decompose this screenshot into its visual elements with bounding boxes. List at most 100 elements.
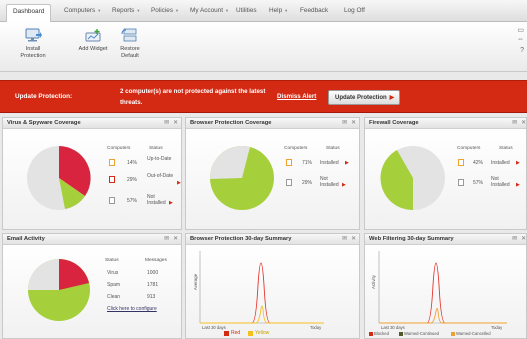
row-value: 29% bbox=[302, 180, 313, 186]
row-value: 29% bbox=[127, 177, 138, 183]
legend-warned-continued-label: Warned-Continued bbox=[404, 331, 439, 336]
legend-warned-cancelled-label: Warned-Cancelled bbox=[456, 331, 491, 336]
add-widget-button[interactable]: Add Widget bbox=[75, 28, 111, 53]
nav-utilities-label: Utilities bbox=[236, 7, 257, 14]
close-icon[interactable]: ✕ bbox=[351, 120, 356, 126]
row-status[interactable]: Out-of-Date bbox=[147, 173, 177, 179]
web-filtering-summary-panel: Web Filtering 30-day Summary ✉ ✕ Activit… bbox=[364, 233, 527, 339]
panel-body: Computers Status 71% Installed ▶ 29% Not… bbox=[186, 129, 359, 229]
virus-pie-chart bbox=[27, 146, 91, 210]
nav-computers[interactable]: Computers ▼ bbox=[64, 7, 101, 14]
nav-computers-label: Computers bbox=[64, 7, 96, 14]
virus-spyware-panel: Virus & Spyware Coverage ✉ ✕ Computers S… bbox=[2, 117, 182, 230]
panel-body: Computers Status 42% Installed ▶ 57% Not… bbox=[365, 129, 526, 229]
add-widget-label: Add Widget bbox=[78, 46, 108, 52]
x-end-label: Today bbox=[491, 325, 503, 330]
nav-utilities[interactable]: Utilities bbox=[236, 7, 257, 14]
row-status[interactable]: Up-to-Date bbox=[147, 156, 181, 162]
legend-swatch-not-installed bbox=[286, 179, 292, 186]
add-widget-icon bbox=[85, 29, 101, 42]
close-icon[interactable]: ✕ bbox=[521, 236, 526, 242]
nav-my-account[interactable]: My Account ▼ bbox=[190, 7, 229, 14]
flag-arrow-icon: ▶ bbox=[177, 180, 181, 186]
legend-blocked-swatch bbox=[369, 332, 373, 336]
panel-title: Firewall Coverage bbox=[369, 120, 419, 126]
nav-help[interactable]: Help ▼ bbox=[269, 7, 288, 14]
close-icon[interactable]: ✕ bbox=[351, 236, 356, 242]
monitor-install-icon bbox=[25, 28, 42, 42]
alert-label: Update Protection: bbox=[15, 93, 73, 100]
row-status[interactable]: Not Installed bbox=[320, 176, 342, 188]
browser-pie-chart bbox=[209, 145, 274, 210]
pie-slice-clean bbox=[28, 259, 59, 290]
refresh-icon[interactable]: ⇔ bbox=[517, 36, 524, 43]
legend-red-label: Red bbox=[231, 330, 241, 336]
email-icon[interactable]: ✉ bbox=[342, 120, 347, 126]
install-protection-button[interactable]: Install Protection bbox=[14, 28, 52, 59]
panel-body: Average Last 30 days Today Red Yellow bbox=[186, 245, 359, 338]
row-value: 42% bbox=[473, 160, 484, 166]
row-status[interactable]: Not Installed bbox=[491, 176, 516, 188]
row-status: Spam bbox=[107, 282, 121, 288]
panel-body: Computers Status 14% Up-to-Date 29% Out-… bbox=[3, 129, 181, 229]
alert-message: 2 computer(s) are not protected against … bbox=[120, 88, 266, 106]
help-icon[interactable]: ? bbox=[520, 47, 524, 54]
email-icon[interactable]: ✉ bbox=[512, 236, 517, 242]
email-icon[interactable]: ✉ bbox=[512, 120, 517, 126]
chevron-down-icon: ▼ bbox=[97, 8, 102, 13]
panel-header: Email Activity ✉ ✕ bbox=[3, 234, 181, 245]
restore-label-line2: Default bbox=[121, 52, 139, 59]
alert-banner: Update Protection: 2 computer(s) are not… bbox=[0, 80, 527, 113]
flag-arrow-icon: ▶ bbox=[516, 182, 520, 188]
email-activity-panel: Email Activity ✉ ✕ Status Messages Virus… bbox=[2, 233, 182, 339]
dismiss-alert-link[interactable]: Dismiss Alert bbox=[277, 93, 316, 100]
row-value: 1000 bbox=[147, 270, 159, 276]
toolbar: Install Protection Add Widget Restore De… bbox=[0, 22, 527, 72]
legend-swatch-installed bbox=[286, 159, 292, 166]
nav-log-off[interactable]: Log Off bbox=[344, 7, 365, 14]
restore-default-button[interactable]: Restore Default bbox=[115, 28, 145, 59]
col-header-computers: Computers bbox=[457, 146, 481, 151]
series-blocked-line bbox=[379, 262, 507, 324]
panel-title: Email Activity bbox=[7, 236, 45, 242]
nav-policies-label: Policies bbox=[151, 7, 174, 14]
nav-reports[interactable]: Reports ▼ bbox=[112, 7, 140, 14]
panel-body: Activity Last 30 days Today Blocked Warn… bbox=[365, 245, 526, 338]
email-icon[interactable]: ✉ bbox=[342, 236, 347, 242]
panel-header: Web Filtering 30-day Summary ✉ ✕ bbox=[365, 234, 526, 245]
email-icon[interactable]: ✉ bbox=[164, 120, 169, 126]
firewall-coverage-panel: Firewall Coverage ✉ ✕ Computers Status 4… bbox=[364, 117, 527, 230]
legend-swatch-not-installed bbox=[458, 179, 464, 186]
nav-feedback[interactable]: Feedback bbox=[300, 7, 328, 14]
install-label-line2: Protection bbox=[20, 52, 46, 59]
row-status[interactable]: Not Installed bbox=[147, 194, 169, 206]
nav-help-label: Help bbox=[269, 7, 283, 14]
close-icon[interactable]: ✕ bbox=[521, 120, 526, 126]
browser-protection-summary-panel: Browser Protection 30-day Summary ✉ ✕ Av… bbox=[185, 233, 360, 339]
row-status[interactable]: Installed bbox=[320, 160, 339, 166]
email-icon[interactable]: ✉ bbox=[164, 236, 169, 242]
print-icon[interactable]: ▭ bbox=[517, 26, 524, 34]
update-protection-button[interactable]: Update Protection ▶ bbox=[328, 90, 400, 105]
row-value: 1781 bbox=[147, 282, 159, 288]
legend-warned-continued-swatch bbox=[399, 332, 403, 336]
close-icon[interactable]: ✕ bbox=[173, 236, 178, 242]
legend-swatch-up-to-date bbox=[109, 159, 115, 166]
legend-blocked-label: Blocked bbox=[374, 331, 389, 336]
configure-link[interactable]: Click here to configure bbox=[107, 306, 157, 312]
nav-policies[interactable]: Policies ▼ bbox=[151, 7, 179, 14]
panel-title: Web Filtering 30-day Summary bbox=[369, 236, 454, 242]
nav-dashboard[interactable]: Dashboard bbox=[6, 4, 52, 22]
close-icon[interactable]: ✕ bbox=[173, 120, 178, 126]
nav-log-off-label: Log Off bbox=[344, 7, 365, 14]
row-status[interactable]: Installed bbox=[491, 160, 510, 166]
install-label-line1: Install bbox=[25, 46, 41, 52]
browser-protection-panel: Browser Protection Coverage ✉ ✕ Computer… bbox=[185, 117, 360, 230]
row-value: 57% bbox=[127, 198, 138, 204]
series-red-line bbox=[200, 262, 324, 324]
legend-swatch-not-installed bbox=[109, 197, 115, 204]
y-axis-label: Activity bbox=[370, 275, 376, 289]
legend-red-swatch bbox=[224, 331, 229, 336]
flag-arrow-icon: ▶ bbox=[345, 160, 349, 166]
nav-feedback-label: Feedback bbox=[300, 7, 329, 14]
